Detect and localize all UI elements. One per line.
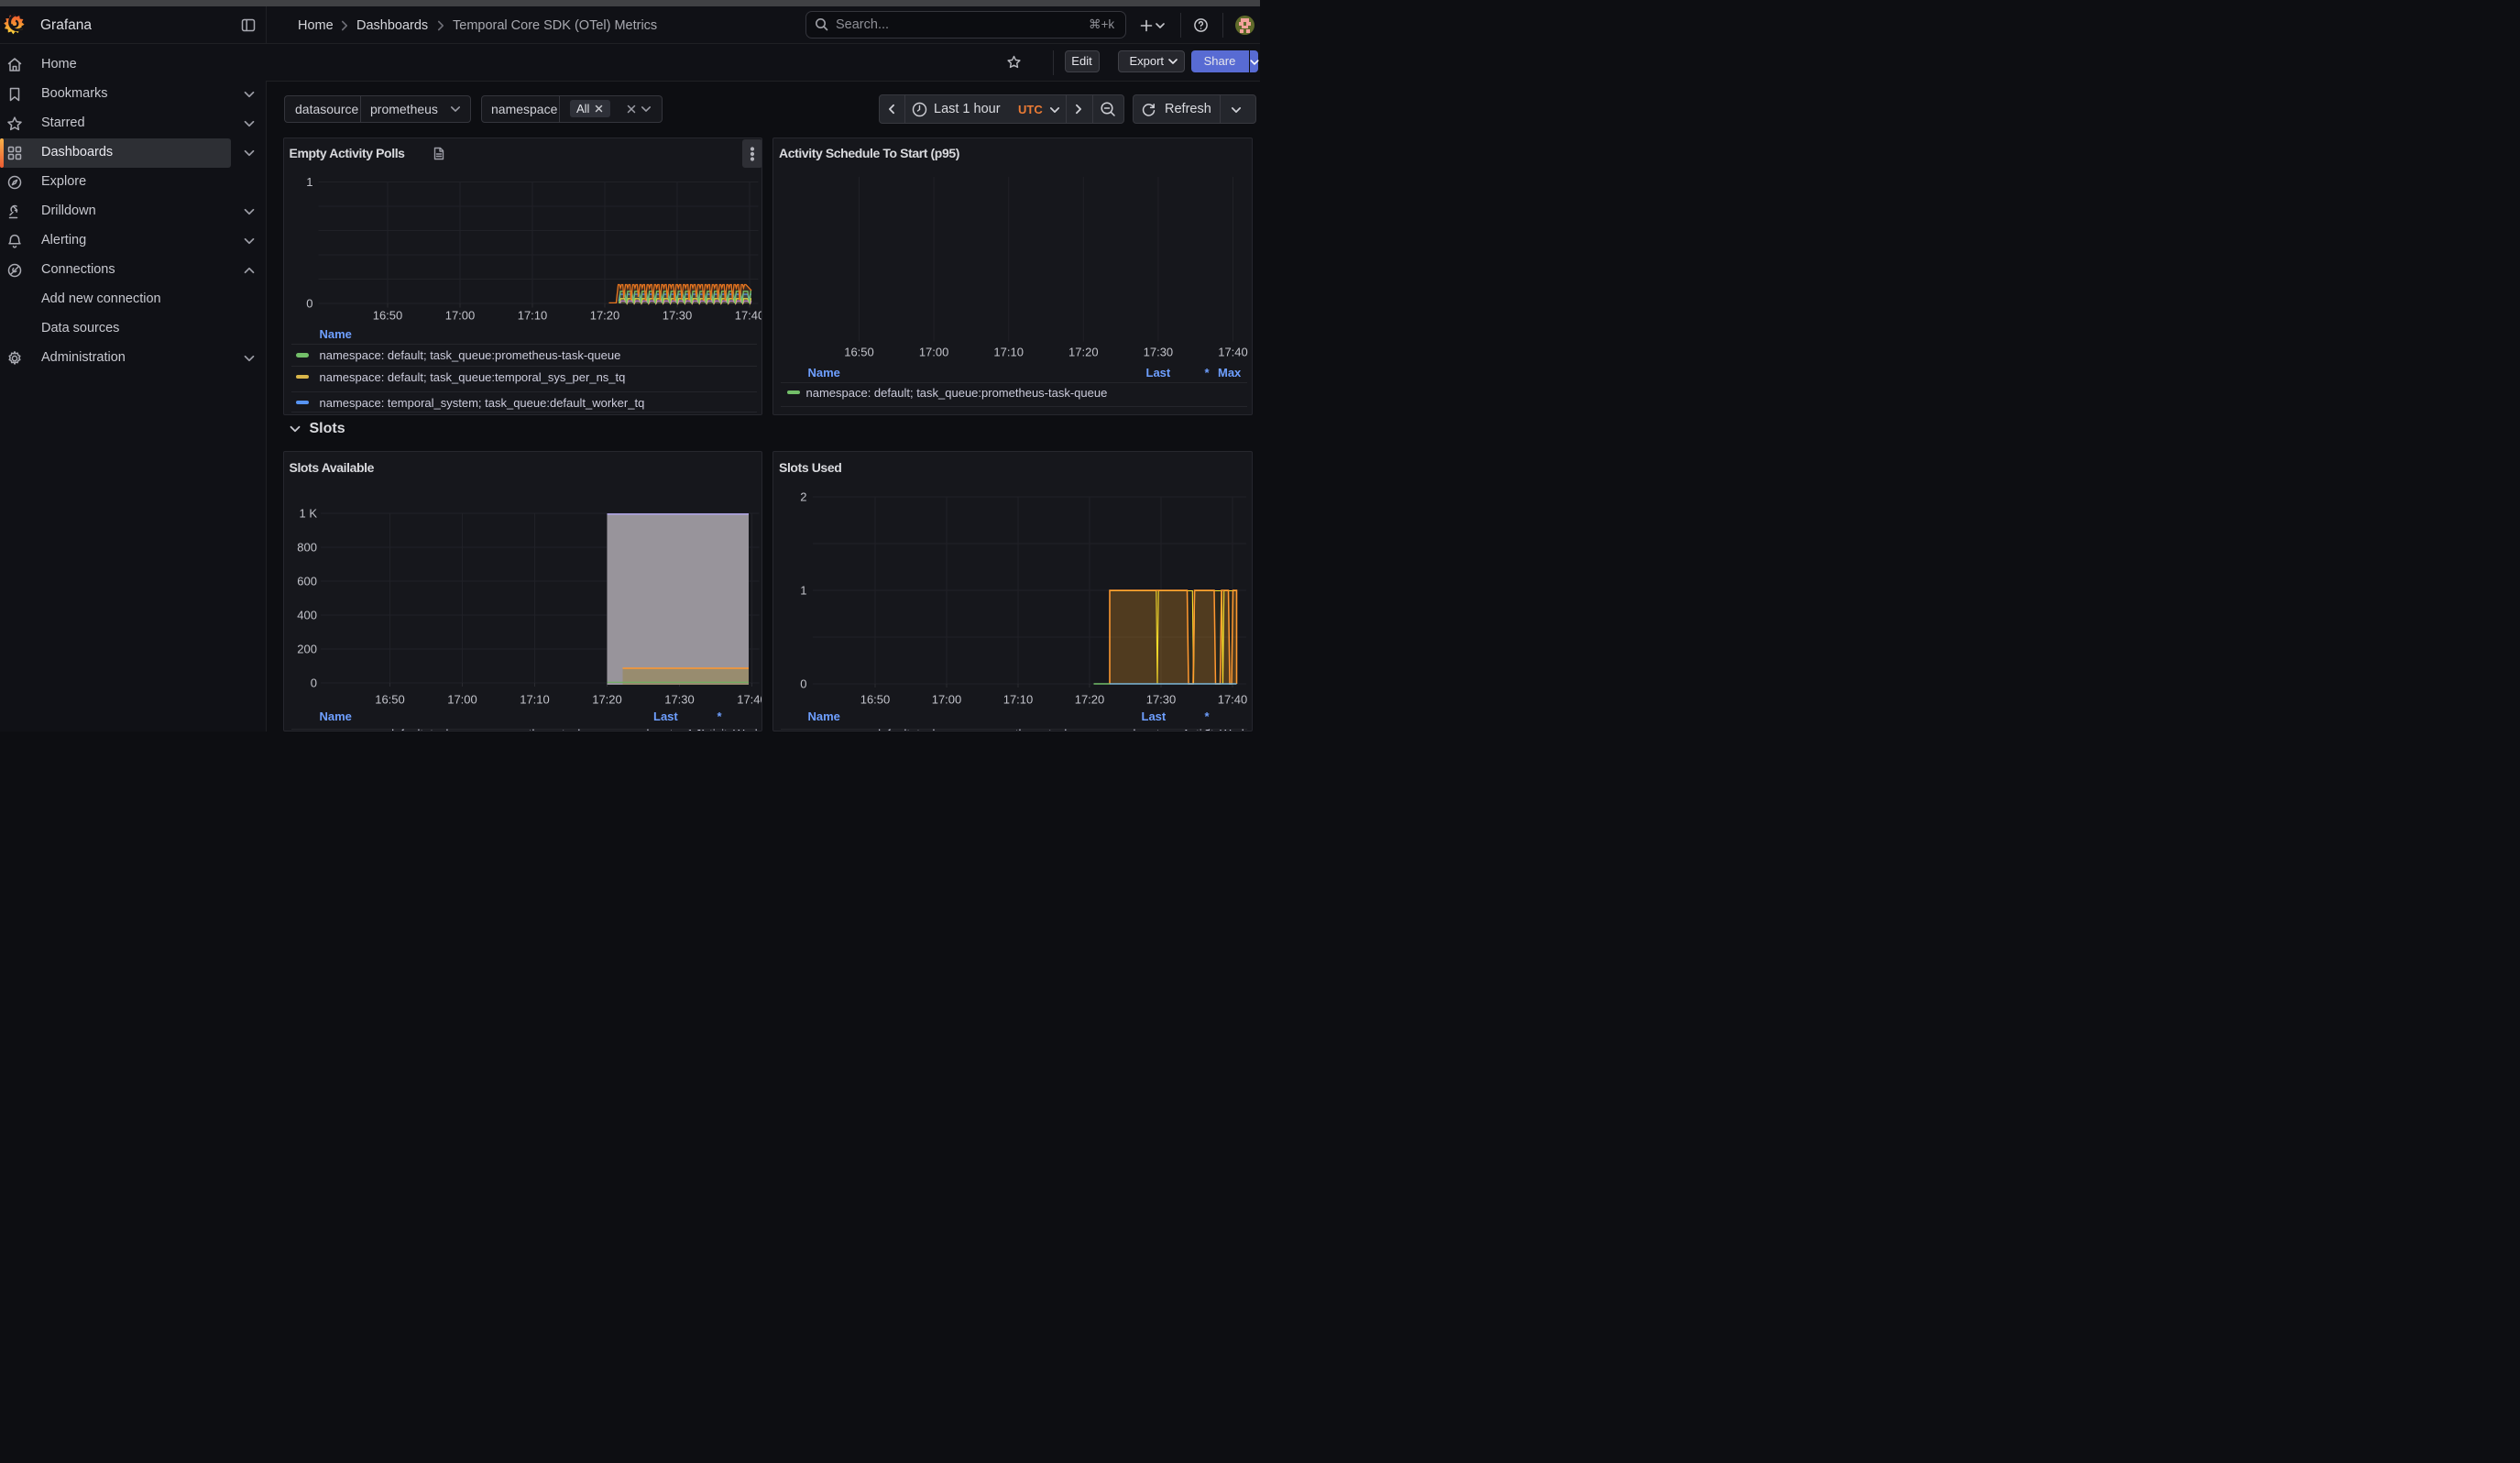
svg-text:400: 400 — [297, 608, 317, 622]
svg-text:800: 800 — [297, 540, 317, 554]
svg-text:600: 600 — [297, 574, 317, 588]
svg-text:1 K: 1 K — [299, 506, 317, 520]
svg-text:0: 0 — [310, 676, 316, 689]
svg-text:16:50: 16:50 — [860, 692, 891, 706]
svg-text:17:40: 17:40 — [1218, 345, 1248, 358]
svg-text:1: 1 — [306, 175, 312, 189]
svg-text:17:30: 17:30 — [662, 308, 692, 322]
svg-text:17:10: 17:10 — [1003, 692, 1034, 706]
svg-text:17:40: 17:40 — [737, 692, 762, 706]
svg-text:1: 1 — [800, 583, 806, 597]
svg-text:17:10: 17:10 — [520, 692, 550, 706]
svg-text:17:20: 17:20 — [1068, 345, 1099, 358]
svg-text:17:20: 17:20 — [592, 692, 622, 706]
svg-text:2: 2 — [800, 490, 806, 503]
svg-text:16:50: 16:50 — [375, 692, 405, 706]
svg-text:17:20: 17:20 — [1075, 692, 1105, 706]
svg-text:200: 200 — [297, 642, 317, 655]
svg-text:17:00: 17:00 — [444, 308, 475, 322]
svg-text:16:50: 16:50 — [372, 308, 402, 322]
svg-text:17:10: 17:10 — [993, 345, 1024, 358]
svg-text:17:40: 17:40 — [1218, 692, 1248, 706]
svg-text:17:00: 17:00 — [919, 345, 949, 358]
svg-text:17:20: 17:20 — [589, 308, 619, 322]
svg-text:17:30: 17:30 — [664, 692, 695, 706]
svg-text:0: 0 — [306, 296, 312, 310]
svg-text:17:00: 17:00 — [932, 692, 962, 706]
svg-text:16:50: 16:50 — [844, 345, 874, 358]
svg-text:17:00: 17:00 — [447, 692, 477, 706]
svg-text:17:30: 17:30 — [1146, 692, 1177, 706]
svg-text:17:40: 17:40 — [734, 308, 761, 322]
svg-text:0: 0 — [800, 676, 806, 690]
svg-text:17:30: 17:30 — [1144, 345, 1174, 358]
svg-text:17:10: 17:10 — [517, 308, 547, 322]
